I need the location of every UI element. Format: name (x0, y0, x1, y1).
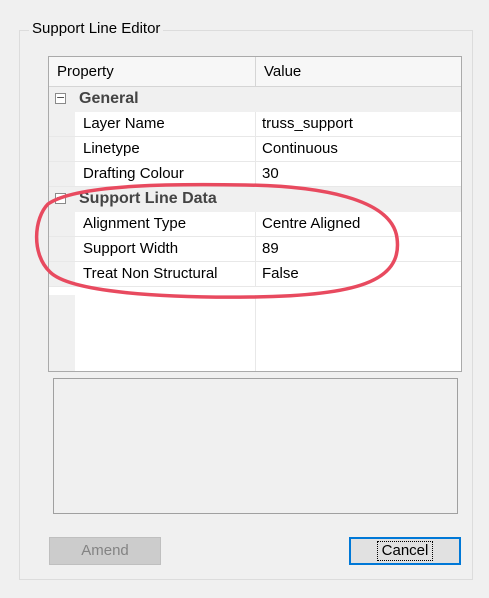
property-column-header[interactable]: Property (49, 57, 256, 86)
row-margin (49, 162, 75, 186)
grid-empty-margin (49, 295, 75, 371)
property-description-panel (53, 378, 458, 514)
cancel-button-label: Cancel (376, 541, 434, 561)
cancel-button[interactable]: Cancel (349, 537, 461, 565)
row-margin (49, 112, 75, 136)
property-value[interactable]: truss_support (256, 112, 461, 136)
row-margin (49, 262, 75, 286)
property-grid[interactable]: Property Value − General Layer Name trus… (48, 56, 462, 372)
row-margin (49, 137, 75, 161)
property-value[interactable]: 30 (256, 162, 461, 186)
property-row-drafting-colour[interactable]: Drafting Colour 30 (49, 162, 461, 187)
property-value[interactable]: 89 (256, 237, 461, 261)
property-name: Linetype (75, 137, 256, 161)
property-row-alignment-type[interactable]: Alignment Type Centre Aligned (49, 212, 461, 237)
property-name: Layer Name (75, 112, 256, 136)
category-support-line-data[interactable]: − Support Line Data (49, 187, 461, 212)
row-margin (49, 212, 75, 236)
property-row-support-width[interactable]: Support Width 89 (49, 237, 461, 262)
property-row-layer-name[interactable]: Layer Name truss_support (49, 112, 461, 137)
property-value[interactable]: False (256, 262, 461, 286)
category-label: Support Line Data (79, 190, 217, 207)
property-name: Alignment Type (75, 212, 256, 236)
category-label: General (79, 90, 139, 107)
property-row-treat-non-structural[interactable]: Treat Non Structural False (49, 262, 461, 287)
property-name: Support Width (75, 237, 256, 261)
property-name: Drafting Colour (75, 162, 256, 186)
property-row-linetype[interactable]: Linetype Continuous (49, 137, 461, 162)
row-margin (49, 237, 75, 261)
property-name: Treat Non Structural (75, 262, 256, 286)
amend-button[interactable]: Amend (49, 537, 161, 565)
category-general[interactable]: − General (49, 87, 461, 112)
minus-box-icon[interactable]: − (55, 92, 66, 104)
property-value[interactable]: Centre Aligned (256, 212, 461, 236)
property-value[interactable]: Continuous (256, 137, 461, 161)
value-column-header[interactable]: Value (256, 57, 461, 86)
minus-box-icon[interactable]: − (55, 192, 66, 204)
grid-header: Property Value (49, 57, 461, 87)
groupbox-title: Support Line Editor (29, 20, 164, 37)
grid-column-divider (255, 295, 256, 371)
